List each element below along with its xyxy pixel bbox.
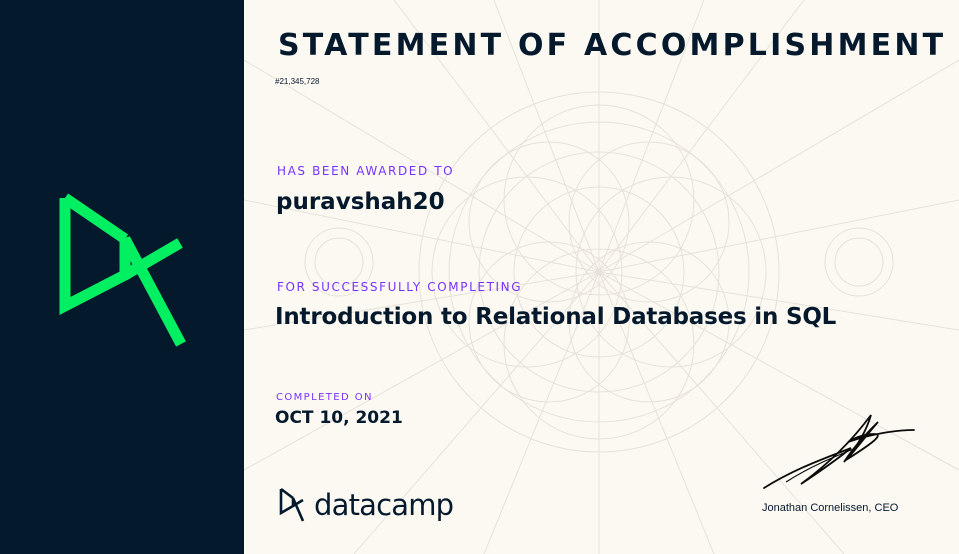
sidebar-panel [0, 0, 244, 554]
signer-name: Jonathan Cornelissen, CEO [762, 502, 899, 514]
completion-date: OCT 10, 2021 [275, 408, 403, 428]
certificate-heading: STATEMENT OF ACCOMPLISHMENT [278, 28, 947, 63]
awarded-label: HAS BEEN AWARDED TO [277, 164, 455, 178]
completed-label: COMPLETED ON [276, 392, 373, 403]
ceo-signature [763, 414, 915, 489]
datacamp-logo-icon [59, 193, 186, 347]
completing-label: FOR SUCCESSFULLY COMPLETING [277, 280, 523, 294]
certificate-id: #21,345,728 [275, 77, 320, 86]
datacamp-logo-icon [279, 487, 305, 522]
recipient-name: puravshah20 [276, 189, 445, 215]
brand-wordmark: datacamp [314, 488, 454, 522]
certificate-body: STATEMENT OF ACCOMPLISHMENT #21,345,728 … [244, 0, 959, 554]
course-title: Introduction to Relational Databases in … [275, 304, 837, 330]
